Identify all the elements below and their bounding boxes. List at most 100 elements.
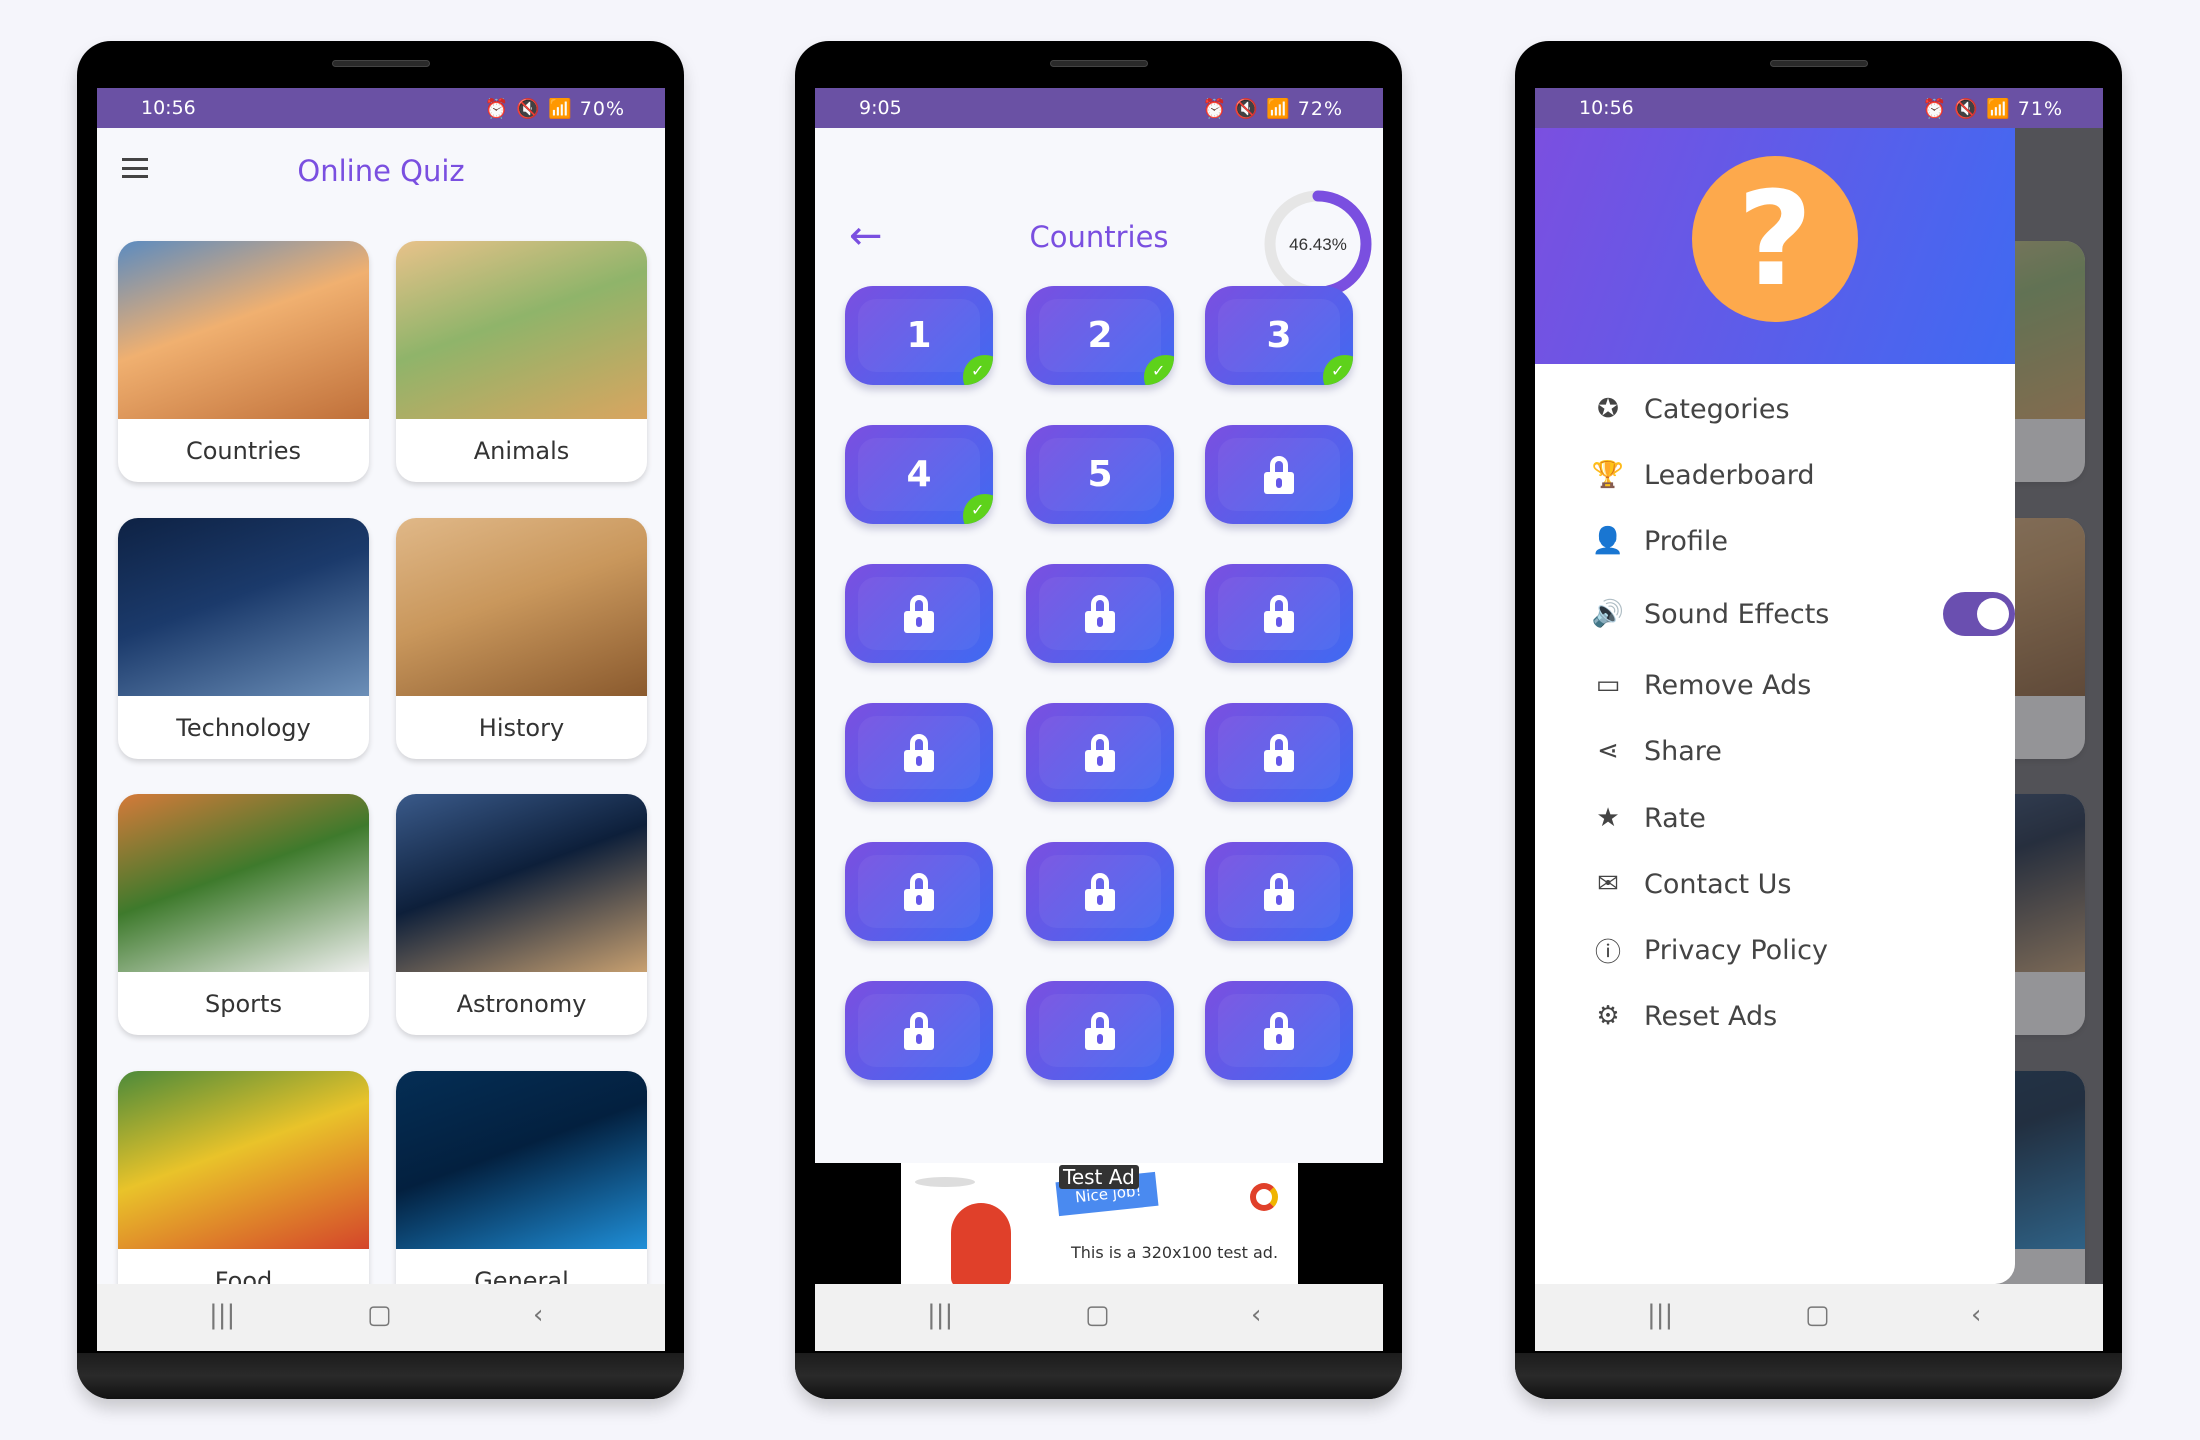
- drawer-item-share[interactable]: ⋖ Share: [1590, 731, 1722, 771]
- recents-button[interactable]: |||: [1647, 1300, 1673, 1330]
- category-card[interactable]: History: [396, 518, 647, 759]
- category-card[interactable]: Food: [118, 1071, 369, 1312]
- locked-level-button[interactable]: [845, 981, 993, 1080]
- level-number: 3: [1266, 315, 1292, 356]
- keyhole: [916, 755, 922, 766]
- ad-banner[interactable]: Nice job! Test Ad This is a 320x100 test…: [815, 1163, 1383, 1285]
- level-button[interactable]: 3 ✓: [1205, 286, 1353, 385]
- category-card[interactable]: Technology: [118, 518, 369, 759]
- drawer-item-profile[interactable]: 👤 Profile: [1590, 521, 1728, 561]
- locked-level-button[interactable]: [1026, 703, 1174, 802]
- progress-ring: 46.43%: [1264, 190, 1372, 298]
- drawer-item-remove-ads[interactable]: ▭ Remove Ads: [1590, 665, 1812, 705]
- drawer-item-categories[interactable]: ✪ Categories: [1590, 389, 1790, 429]
- locked-level-button[interactable]: [845, 842, 993, 941]
- mail-icon: ✉: [1597, 869, 1619, 899]
- category-card[interactable]: Animals: [396, 241, 647, 482]
- category-card[interactable]: Countries: [118, 241, 369, 482]
- locked-level-button[interactable]: [1026, 842, 1174, 941]
- speaker-grille: [1049, 60, 1148, 67]
- drawer-item-sound-effects[interactable]: 🔊 Sound Effects: [1590, 592, 2015, 636]
- category-label: Astronomy: [456, 990, 587, 1018]
- category-image: [118, 518, 369, 696]
- level-button[interactable]: 4 ✓: [845, 425, 993, 524]
- category-card[interactable]: Sports: [118, 794, 369, 1035]
- home-screen: 10:56 ⏰ 🔇 📶 70% Online Quiz Countries Ani…: [97, 88, 665, 1351]
- system-nav-bar: ||| ▢ ‹: [1535, 1284, 2103, 1351]
- recents-button[interactable]: |||: [927, 1300, 953, 1330]
- status-bar: 10:56 ⏰ 🔇 📶 70%: [97, 88, 665, 128]
- drawer-item-label: Remove Ads: [1644, 669, 1812, 701]
- home-button[interactable]: ▢: [1805, 1300, 1830, 1330]
- lock-icon: [904, 1011, 934, 1050]
- drawer-item-label: Leaderboard: [1644, 459, 1815, 491]
- lock-icon: [1085, 872, 1115, 911]
- back-button[interactable]: ‹: [533, 1300, 543, 1330]
- progress-label: 46.43%: [1289, 235, 1347, 254]
- locked-level-button[interactable]: [1205, 842, 1353, 941]
- share-icon: ⋖: [1597, 736, 1619, 766]
- locked-level-button[interactable]: [845, 564, 993, 663]
- drawer-item-label: Profile: [1644, 525, 1728, 557]
- ad-planet: [915, 1177, 975, 1187]
- level-button[interactable]: 5: [1026, 425, 1174, 524]
- drawer-item-rate[interactable]: ★ Rate: [1590, 798, 1706, 838]
- level-button[interactable]: 1 ✓: [845, 286, 993, 385]
- locked-level-button[interactable]: [1205, 981, 1353, 1080]
- lock-icon: [1085, 594, 1115, 633]
- locked-level-button[interactable]: [1026, 564, 1174, 663]
- gear-icon: ⚙: [1596, 1001, 1620, 1031]
- level-number: 1: [906, 315, 932, 356]
- drawer-item-privacy-policy[interactable]: ⓘ Privacy Policy: [1590, 930, 1828, 970]
- app-title: Online Quiz: [297, 154, 465, 188]
- drawer-item-contact-us[interactable]: ✉ Contact Us: [1590, 864, 1791, 904]
- info-icon: ⓘ: [1594, 937, 1621, 968]
- drawer-item-leaderboard[interactable]: 🏆 Leaderboard: [1590, 455, 1815, 495]
- category-image: [118, 1071, 369, 1249]
- recents-button[interactable]: |||: [209, 1300, 235, 1330]
- home-button[interactable]: ▢: [1085, 1300, 1110, 1330]
- status-icons: ⏰ 🔇 📶: [1202, 98, 1291, 120]
- credit-card-icon: ▭: [1595, 670, 1621, 700]
- locked-level-button[interactable]: [1205, 703, 1353, 802]
- status-bar: 9:05 ⏰ 🔇 📶 72%: [815, 88, 1383, 128]
- lock-icon: [1085, 1011, 1115, 1050]
- drawer-item-label: Categories: [1644, 393, 1790, 425]
- locked-level-button[interactable]: [1026, 981, 1174, 1080]
- level-number: 2: [1087, 315, 1113, 356]
- locked-level-button[interactable]: [1205, 425, 1353, 524]
- back-button[interactable]: ‹: [1971, 1300, 1981, 1330]
- drawer-item-label: Reset Ads: [1644, 1000, 1778, 1032]
- keyhole: [916, 1033, 922, 1044]
- status-icons: ⏰ 🔇 📶: [1922, 98, 2011, 120]
- home-button[interactable]: ▢: [367, 1300, 392, 1330]
- test-ad-badge: Test Ad: [1059, 1165, 1139, 1189]
- locked-level-button[interactable]: [845, 703, 993, 802]
- category-label: History: [478, 714, 565, 742]
- drawer-item-reset-ads[interactable]: ⚙ Reset Ads: [1590, 996, 1777, 1036]
- battery-level: 72%: [1297, 98, 1343, 120]
- badge-icon: ✪: [1597, 394, 1619, 424]
- keyhole: [1097, 1033, 1103, 1044]
- star-icon: ★: [1596, 803, 1620, 833]
- speaker-grille: [331, 60, 430, 67]
- keyhole: [1097, 894, 1103, 905]
- status-bar: 10:56 ⏰ 🔇 📶 71%: [1535, 88, 2103, 128]
- levels-screen: 9:05 ⏰ 🔇 📶 72% ← Countries 46.43% 1 ✓ 2 ✓ 3 ✓…: [815, 88, 1383, 1351]
- category-card[interactable]: General: [396, 1071, 647, 1312]
- keyhole: [1276, 755, 1282, 766]
- level-number: 4: [906, 454, 932, 495]
- category-card[interactable]: Astronomy: [396, 794, 647, 1035]
- keyhole: [1097, 755, 1103, 766]
- locked-level-button[interactable]: [1205, 564, 1353, 663]
- lock-icon: [1264, 1011, 1294, 1050]
- drawer-item-label: Share: [1644, 735, 1722, 767]
- drawer-header: ?: [1535, 128, 2015, 364]
- sound-effects-toggle[interactable]: [1943, 592, 2015, 636]
- drawer-item-label: Sound Effects: [1644, 598, 1830, 630]
- navigation-drawer: ? ✪ Categories 🏆 Leaderboard 👤 Profile 🔊 Sound …: [1535, 128, 2015, 1284]
- back-button[interactable]: ‹: [1251, 1300, 1261, 1330]
- phone-drawer: 10:56 ⏰ 🔇 📶 71% ? ✪ Categories 🏆 Leaderboar…: [1515, 41, 2122, 1399]
- level-button[interactable]: 2 ✓: [1026, 286, 1174, 385]
- status-time: 10:56: [141, 97, 196, 119]
